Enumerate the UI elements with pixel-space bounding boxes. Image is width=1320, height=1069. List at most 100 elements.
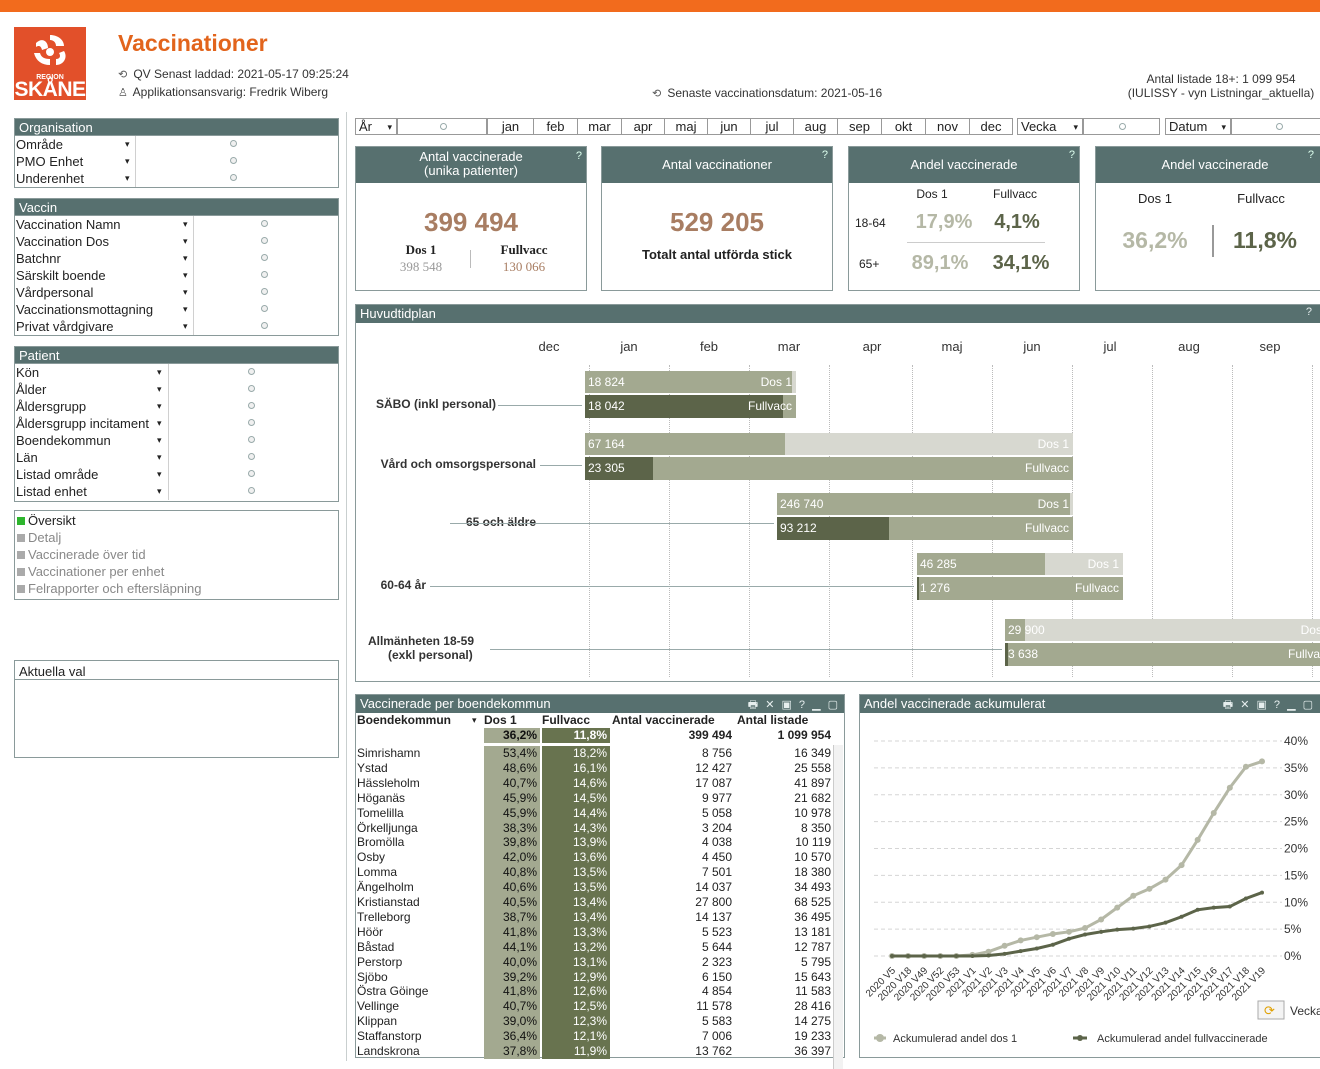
column-header-antal-vaccinerade[interactable]: Antal vaccinerade: [612, 713, 715, 728]
table-row[interactable]: Trelleborg 38,7% 13,4% 14 137 36 495: [356, 909, 844, 925]
chevron-down-icon[interactable]: ▾: [125, 136, 130, 153]
chevron-down-icon[interactable]: ▾: [157, 432, 162, 449]
radio-icon[interactable]: [230, 174, 237, 181]
radio-icon[interactable]: [248, 368, 255, 375]
timeline-dos1-bar[interactable]: 46 285 Dos 1: [917, 553, 1123, 575]
month-filter-maj[interactable]: maj: [664, 118, 707, 135]
table-row[interactable]: Simrishamn 53,4% 18,2% 8 756 16 349: [356, 746, 844, 761]
table-row[interactable]: Klippan 39,0% 12,3% 5 583 14 275: [356, 1014, 844, 1030]
table-row[interactable]: Bromölla 39,8% 13,9% 4 038 10 119: [356, 835, 844, 851]
month-filter-apr[interactable]: apr: [621, 118, 664, 135]
radio-icon[interactable]: [261, 271, 268, 278]
table-row[interactable]: Höör 41,8% 13,3% 5 523 13 181: [356, 924, 844, 940]
year-select[interactable]: År ▾: [355, 118, 397, 135]
column-header-fullvacc[interactable]: Fullvacc: [542, 713, 590, 728]
table-row[interactable]: Ystad 48,6% 16,1% 12 427 25 558: [356, 760, 844, 776]
sheet-tab-detalj[interactable]: Detalj: [15, 529, 338, 546]
month-filter-aug[interactable]: aug: [793, 118, 837, 135]
timeline-dos1-bar[interactable]: 29 900 Dos 1: [1005, 619, 1320, 641]
table-row[interactable]: Sjöbo 39,2% 12,9% 6 150 15 643: [356, 969, 844, 985]
table-row[interactable]: Höganäs 45,9% 14,5% 9 977 21 682: [356, 790, 844, 806]
radio-icon[interactable]: [230, 140, 237, 147]
column-header-antal-listade[interactable]: Antal listade: [737, 713, 808, 728]
radio-icon[interactable]: [248, 487, 255, 494]
radio-icon[interactable]: [230, 157, 237, 164]
radio-icon[interactable]: [261, 237, 268, 244]
month-filter-jan[interactable]: jan: [487, 118, 533, 135]
table-row[interactable]: Staffanstorp 36,4% 12,1% 7 006 19 233: [356, 1029, 844, 1045]
month-filter-mar[interactable]: mar: [577, 118, 621, 135]
chevron-down-icon[interactable]: ▾: [183, 267, 188, 284]
table-row[interactable]: Kristianstad 40,5% 13,4% 27 800 68 525: [356, 895, 844, 910]
chevron-down-icon[interactable]: ▾: [157, 381, 162, 398]
chevron-down-icon[interactable]: ▾: [157, 415, 162, 432]
column-header-boendekommun[interactable]: Boendekommun: [357, 713, 451, 728]
week-select[interactable]: Vecka ▾: [1017, 118, 1083, 135]
radio-icon[interactable]: [261, 305, 268, 312]
table-row[interactable]: Osby 42,0% 13,6% 4 450 10 570: [356, 850, 844, 866]
timeline-fullvacc-bar[interactable]: 93 212 Fullvacc: [777, 517, 1073, 540]
chevron-down-icon[interactable]: ▾: [157, 398, 162, 415]
date-select[interactable]: Datum ▾: [1165, 118, 1231, 135]
table-row[interactable]: Hässleholm 40,7% 14,6% 17 087 41 897: [356, 775, 844, 791]
listbox-field-kon[interactable]: Kön ▾: [15, 364, 338, 381]
listbox-field-boendekommun[interactable]: Boendekommun ▾: [15, 432, 338, 449]
table-row[interactable]: Tomelilla 45,9% 14,4% 5 058 10 978: [356, 805, 844, 821]
listbox-field-alder[interactable]: Ålder ▾: [15, 381, 338, 398]
radio-icon[interactable]: [261, 322, 268, 329]
help-icon[interactable]: ?: [576, 149, 582, 163]
help-icon[interactable]: ?: [1306, 306, 1314, 318]
listbox-field-pmo-enhet[interactable]: PMO Enhet ▾: [15, 153, 338, 170]
timeline-dos1-bar[interactable]: 18 824 Dos 1: [585, 371, 796, 393]
month-filter-feb[interactable]: feb: [533, 118, 577, 135]
sheet-tab-felrapporter-och-efterslapning[interactable]: Felrapporter och eftersläpning: [15, 580, 338, 597]
listbox-field-listad-omrade[interactable]: Listad område ▾: [15, 466, 338, 483]
chevron-down-icon[interactable]: ▾: [183, 216, 188, 233]
month-filter-jul[interactable]: jul: [750, 118, 793, 135]
listbox-field-lan[interactable]: Län ▾: [15, 449, 338, 466]
table-row[interactable]: Vellinge 40,7% 12,5% 11 578 28 416: [356, 999, 844, 1015]
year-list[interactable]: [397, 118, 487, 135]
timeline-fullvacc-bar[interactable]: 18 042 Fullvacc: [585, 395, 796, 418]
timeline-fullvacc-bar[interactable]: 3 638 Fullvacc: [1005, 643, 1320, 666]
listbox-field-privat-vardgivare[interactable]: Privat vårdgivare ▾: [15, 318, 338, 335]
radio-icon[interactable]: [261, 254, 268, 261]
timeline-dos1-bar[interactable]: 246 740 Dos 1: [777, 493, 1073, 515]
listbox-field-batchnr[interactable]: Batchnr ▾: [15, 250, 338, 267]
radio-icon[interactable]: [248, 419, 255, 426]
table-row[interactable]: Perstorp 40,0% 13,1% 2 323 5 795: [356, 954, 844, 970]
chevron-down-icon[interactable]: ▾: [157, 466, 162, 483]
listbox-field-vaccination-dos[interactable]: Vaccination Dos ▾: [15, 233, 338, 250]
date-list[interactable]: [1231, 118, 1320, 135]
month-filter-dec[interactable]: dec: [969, 118, 1013, 135]
listbox-field-aldersgrupp[interactable]: Åldersgrupp ▾: [15, 398, 338, 415]
table-row[interactable]: Ängelholm 40,6% 13,5% 14 037 34 493: [356, 880, 844, 896]
chevron-down-icon[interactable]: ▾: [157, 449, 162, 466]
radio-icon[interactable]: [248, 470, 255, 477]
radio-icon[interactable]: [248, 385, 255, 392]
timeline-fullvacc-bar[interactable]: 1 276 Fullvacc: [917, 577, 1123, 600]
chevron-down-icon[interactable]: ▾: [125, 170, 130, 187]
month-filter-nov[interactable]: nov: [925, 118, 969, 135]
chevron-down-icon[interactable]: ▾: [157, 483, 162, 500]
month-filter-jun[interactable]: jun: [707, 118, 750, 135]
table-row[interactable]: Örkelljunga 38,3% 14,3% 3 204 8 350: [356, 820, 844, 836]
chevron-down-icon[interactable]: ▾: [183, 250, 188, 267]
chevron-down-icon[interactable]: ▾: [125, 153, 130, 170]
listbox-field-listad-enhet[interactable]: Listad enhet ▾: [15, 483, 338, 500]
listbox-field-underenhet[interactable]: Underenhet ▾: [15, 170, 338, 187]
listbox-field-vaccination-namn[interactable]: Vaccination Namn ▾: [15, 216, 338, 233]
radio-icon[interactable]: [248, 402, 255, 409]
week-list[interactable]: [1083, 118, 1160, 135]
sheet-tab-oversikt[interactable]: Översikt: [15, 512, 338, 529]
month-filter-sep[interactable]: sep: [837, 118, 881, 135]
listbox-field-omrade[interactable]: Område ▾: [15, 136, 338, 153]
chevron-down-icon[interactable]: ▾: [183, 301, 188, 318]
table-row[interactable]: Båstad 44,1% 13,2% 5 644 12 787: [356, 939, 844, 955]
help-icon[interactable]: ?: [1308, 149, 1314, 161]
timeline-fullvacc-bar[interactable]: 23 305 Fullvacc: [585, 457, 1073, 480]
chevron-down-icon[interactable]: ▾: [157, 364, 162, 381]
listbox-field-vaccinationsmottagning[interactable]: Vaccinationsmottagning ▾: [15, 301, 338, 318]
table-scrollbar[interactable]: [833, 745, 843, 1069]
table-row[interactable]: Östra Göinge 41,8% 12,6% 4 854 11 583: [356, 984, 844, 1000]
